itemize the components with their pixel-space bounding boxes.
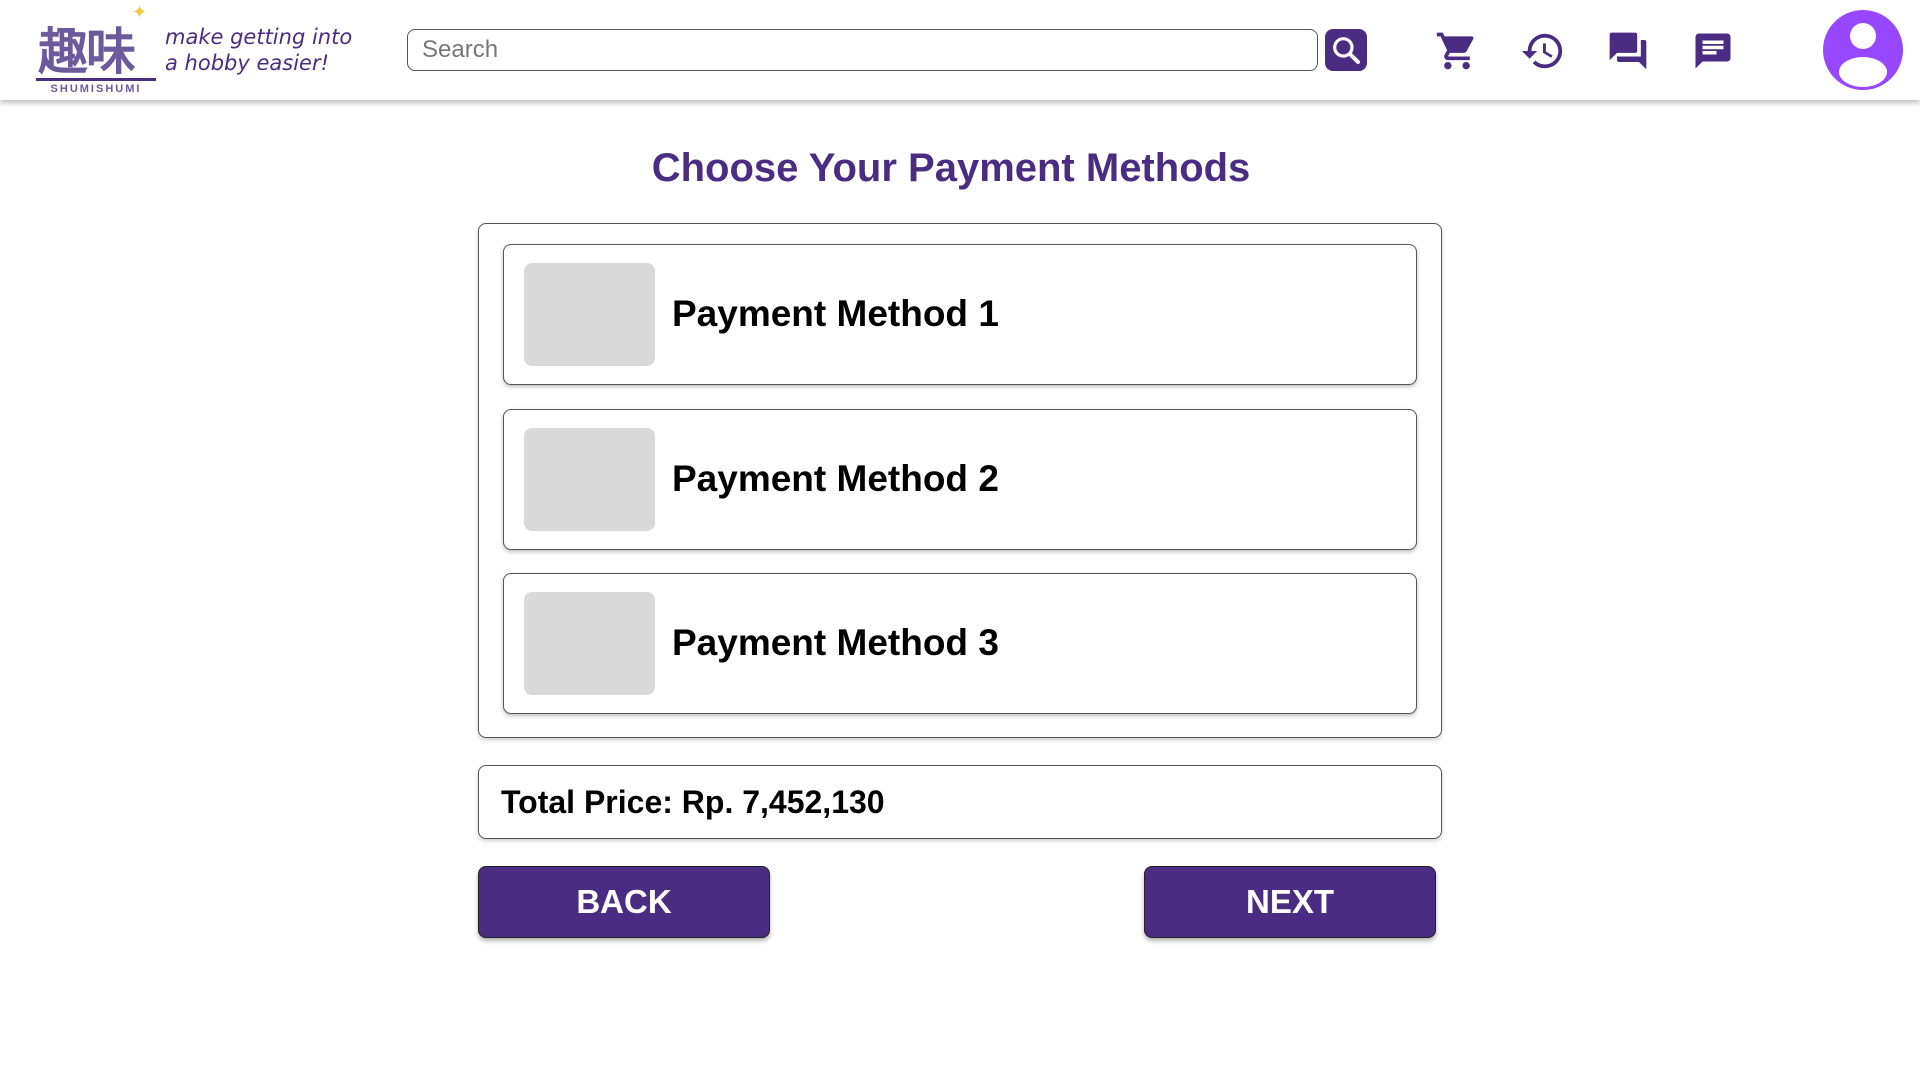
back-button[interactable]: BACK xyxy=(478,866,770,938)
payment-method-label: Payment Method 1 xyxy=(672,293,999,334)
history-button[interactable] xyxy=(1520,28,1566,74)
tagline: make getting into a hobby easier! xyxy=(165,24,352,76)
logo-underline xyxy=(36,78,156,81)
shumishumi-logo[interactable]: ✦ 趣味 SHUMISHUMI xyxy=(34,2,158,96)
user-avatar[interactable] xyxy=(1823,10,1903,90)
sparkle-icon: ✦ xyxy=(132,2,148,22)
payment-method-image xyxy=(524,592,655,695)
payment-method-label: Payment Method 2 xyxy=(672,458,999,499)
user-avatar-icon xyxy=(1839,23,1887,87)
tagline-line-2: a hobby easier! xyxy=(165,51,330,75)
search-button[interactable] xyxy=(1325,29,1367,71)
payment-method-label: Payment Method 3 xyxy=(672,622,999,663)
page-title: Choose Your Payment Methods xyxy=(651,146,1251,190)
payment-method-option-1[interactable]: Payment Method 1 xyxy=(503,244,1417,385)
chats-icon xyxy=(1609,32,1647,70)
top-header: ✦ 趣味 SHUMISHUMI make getting into a hobb… xyxy=(0,0,1920,100)
logo-subtext: SHUMISHUMI xyxy=(50,83,142,95)
message-icon xyxy=(1695,33,1731,69)
payment-method-option-2[interactable]: Payment Method 2 xyxy=(503,409,1417,550)
payment-method-image xyxy=(524,263,655,366)
message-button[interactable] xyxy=(1690,28,1736,74)
history-icon xyxy=(1521,33,1563,69)
cart-icon xyxy=(1436,32,1474,70)
payment-method-image xyxy=(524,428,655,531)
logo-kanji: 趣味 xyxy=(38,23,136,81)
total-price: Total Price: Rp. 7,452,130 xyxy=(478,765,1442,839)
payment-method-option-3[interactable]: Payment Method 3 xyxy=(503,573,1417,714)
chats-button[interactable] xyxy=(1605,28,1651,74)
search-input[interactable] xyxy=(407,29,1318,71)
search-icon xyxy=(1333,37,1360,64)
next-button[interactable]: NEXT xyxy=(1144,866,1436,938)
cart-button[interactable] xyxy=(1434,28,1480,74)
tagline-line-1: make getting into xyxy=(165,25,353,49)
